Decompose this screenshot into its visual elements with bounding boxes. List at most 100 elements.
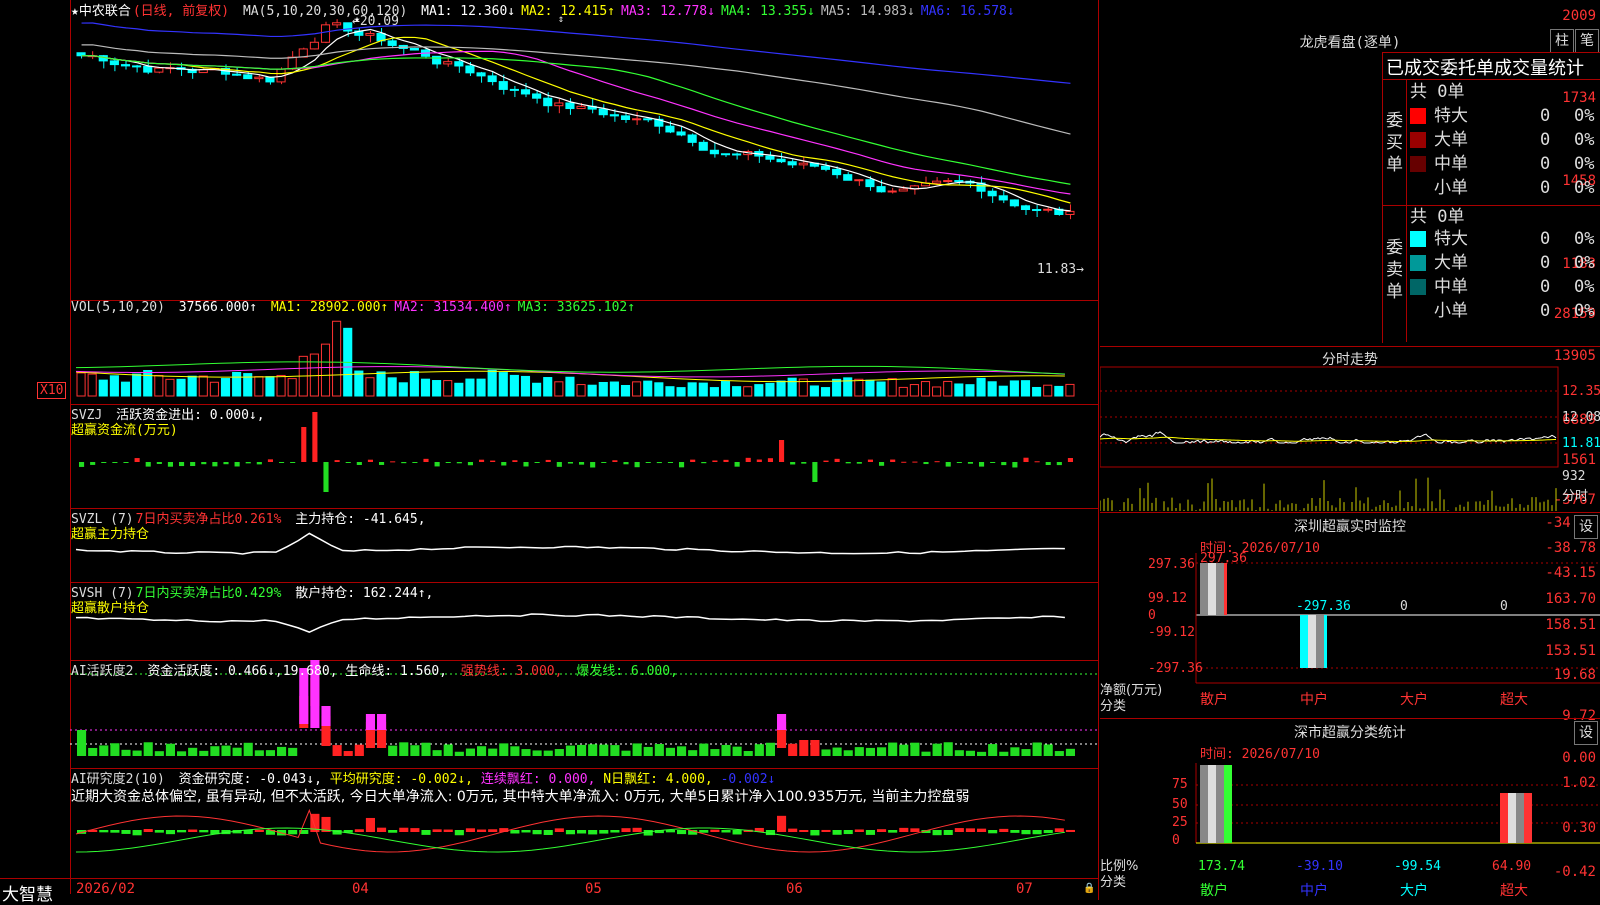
flow-bar bbox=[867, 459, 873, 462]
candlestick-panel[interactable] bbox=[70, 0, 1098, 301]
candle-body bbox=[109, 60, 119, 66]
volume-bar bbox=[287, 378, 297, 397]
stock-title[interactable]: ★中农联合 bbox=[71, 4, 131, 19]
stats-category: 散户 bbox=[1200, 883, 1228, 899]
sz-stats-panel[interactable]: 深市超赢分类统计 设 时间: 2026/07/10 75 50 25 0 比例% 分类… bbox=[1100, 718, 1600, 901]
svzl-info: 7日内买卖净占比0.261% bbox=[135, 512, 282, 527]
flow-bar bbox=[345, 462, 351, 463]
volume-bar bbox=[320, 343, 331, 397]
volume-bar bbox=[854, 378, 864, 397]
monitor-bar bbox=[1216, 563, 1224, 615]
monitor-category: 散户 bbox=[1200, 692, 1228, 708]
activity-bar bbox=[432, 750, 442, 756]
research-bar bbox=[988, 830, 998, 834]
stats-bar bbox=[1500, 793, 1508, 843]
research-bar bbox=[854, 829, 864, 832]
activity-bar bbox=[88, 747, 98, 756]
activity-bar bbox=[754, 744, 764, 756]
monitor-bar bbox=[1208, 563, 1216, 615]
research-bar bbox=[799, 829, 809, 832]
pen-mode-button[interactable]: 笔 bbox=[1575, 29, 1599, 53]
research-bar bbox=[943, 830, 953, 835]
volume-panel[interactable] bbox=[70, 300, 1098, 405]
flow-bar bbox=[723, 459, 729, 462]
volume-bar bbox=[876, 381, 886, 397]
activity-bar bbox=[965, 750, 975, 756]
flow-bar bbox=[79, 462, 85, 467]
volume-bar bbox=[76, 372, 86, 397]
candle-body bbox=[665, 125, 675, 133]
main-chart-header: ★中农联合 (日线, 前复权) MA(5,10,20,30,60,120) MA1… bbox=[71, 0, 1027, 19]
flow-bar bbox=[256, 462, 262, 465]
position-line bbox=[75, 613, 1065, 633]
order-color-swatch bbox=[1410, 108, 1426, 124]
ai-active-item2: 生命线: 1.560, bbox=[345, 664, 447, 679]
flow-bar bbox=[312, 412, 318, 462]
monitor-bar bbox=[1308, 615, 1316, 668]
volume-chart[interactable] bbox=[70, 300, 1098, 404]
divider bbox=[1406, 80, 1407, 342]
activity-bar bbox=[421, 742, 431, 756]
activity-bar bbox=[643, 746, 653, 756]
candle-body bbox=[476, 72, 486, 77]
flow-bar bbox=[545, 459, 551, 462]
stats-bar bbox=[1216, 765, 1224, 843]
stats-bar bbox=[1524, 793, 1532, 843]
moving-average-line bbox=[81, 55, 1071, 185]
volume-bar bbox=[487, 369, 497, 397]
activity-bar bbox=[799, 740, 809, 756]
volume-bar bbox=[476, 378, 486, 397]
order-type: 中单 bbox=[1434, 277, 1468, 297]
x-tick: 07 bbox=[1016, 881, 1033, 897]
brand-logo[interactable]: 大智慧 bbox=[2, 880, 53, 905]
activity-bar bbox=[577, 744, 587, 756]
activity-bar bbox=[165, 743, 175, 756]
volume-bar bbox=[198, 375, 208, 397]
sz-monitor-panel[interactable]: 深圳超赢实时监控 设 时间: 2026/07/10 297.36 99.12 0 -9… bbox=[1100, 512, 1600, 719]
candle-body bbox=[798, 162, 808, 166]
volume-bar bbox=[809, 385, 819, 397]
sz-stats-axis-label2: 分类 bbox=[1100, 875, 1127, 890]
moving-average-line bbox=[81, 44, 1071, 135]
volume-bar bbox=[576, 384, 586, 397]
flow-bar bbox=[534, 462, 540, 463]
research-bar bbox=[821, 829, 831, 832]
longhu-panel: 龙虎看盘(逐单) 柱 笔 已成交委托单成交量统计 委买单 委卖单 共 0单 共 … bbox=[1100, 0, 1600, 346]
order-type: 大单 bbox=[1434, 130, 1468, 150]
candle-body bbox=[632, 118, 642, 121]
flow-bar bbox=[779, 440, 785, 462]
candlestick-chart[interactable] bbox=[70, 0, 1098, 300]
flow-bar bbox=[467, 462, 473, 466]
flow-bar bbox=[856, 462, 862, 464]
ma-value: MA1: 28902.000↑ bbox=[270, 300, 389, 315]
lock-icon[interactable]: 🔒 bbox=[1083, 883, 1095, 894]
candle-body bbox=[387, 40, 397, 46]
research-bar bbox=[677, 830, 687, 835]
order-pct: 0% bbox=[1574, 106, 1595, 126]
monitor-bar bbox=[1300, 615, 1308, 668]
volume-bar bbox=[1043, 384, 1053, 397]
candle-body bbox=[320, 24, 331, 43]
activity-bar bbox=[132, 750, 142, 756]
monitor-bar bbox=[1224, 563, 1227, 615]
order-type: 中单 bbox=[1434, 154, 1468, 174]
activity-bar bbox=[710, 749, 720, 756]
flow-bar bbox=[223, 462, 229, 465]
activity-bar bbox=[632, 743, 642, 756]
activity-bar bbox=[832, 747, 842, 756]
flow-bar bbox=[834, 458, 840, 462]
monitor-ytick: 99.12 bbox=[1148, 591, 1188, 606]
candle-body bbox=[998, 195, 1008, 201]
bar-mode-button[interactable]: 柱 bbox=[1550, 29, 1574, 53]
intraday-panel[interactable]: 分时走势 12.35 12.08 11.81 932 分时 bbox=[1100, 346, 1600, 513]
flow-bar bbox=[645, 462, 651, 463]
low-value: 11.83 bbox=[1037, 262, 1077, 277]
activity-bar bbox=[510, 746, 520, 756]
research-bar bbox=[465, 828, 475, 832]
order-pct: 0% bbox=[1574, 229, 1595, 249]
volume-bar bbox=[209, 381, 219, 397]
intraday-chart[interactable] bbox=[1100, 347, 1600, 513]
research-bar bbox=[488, 829, 498, 832]
volume-bar bbox=[132, 373, 142, 397]
period-label[interactable]: (日线, 前复权) bbox=[133, 4, 229, 19]
